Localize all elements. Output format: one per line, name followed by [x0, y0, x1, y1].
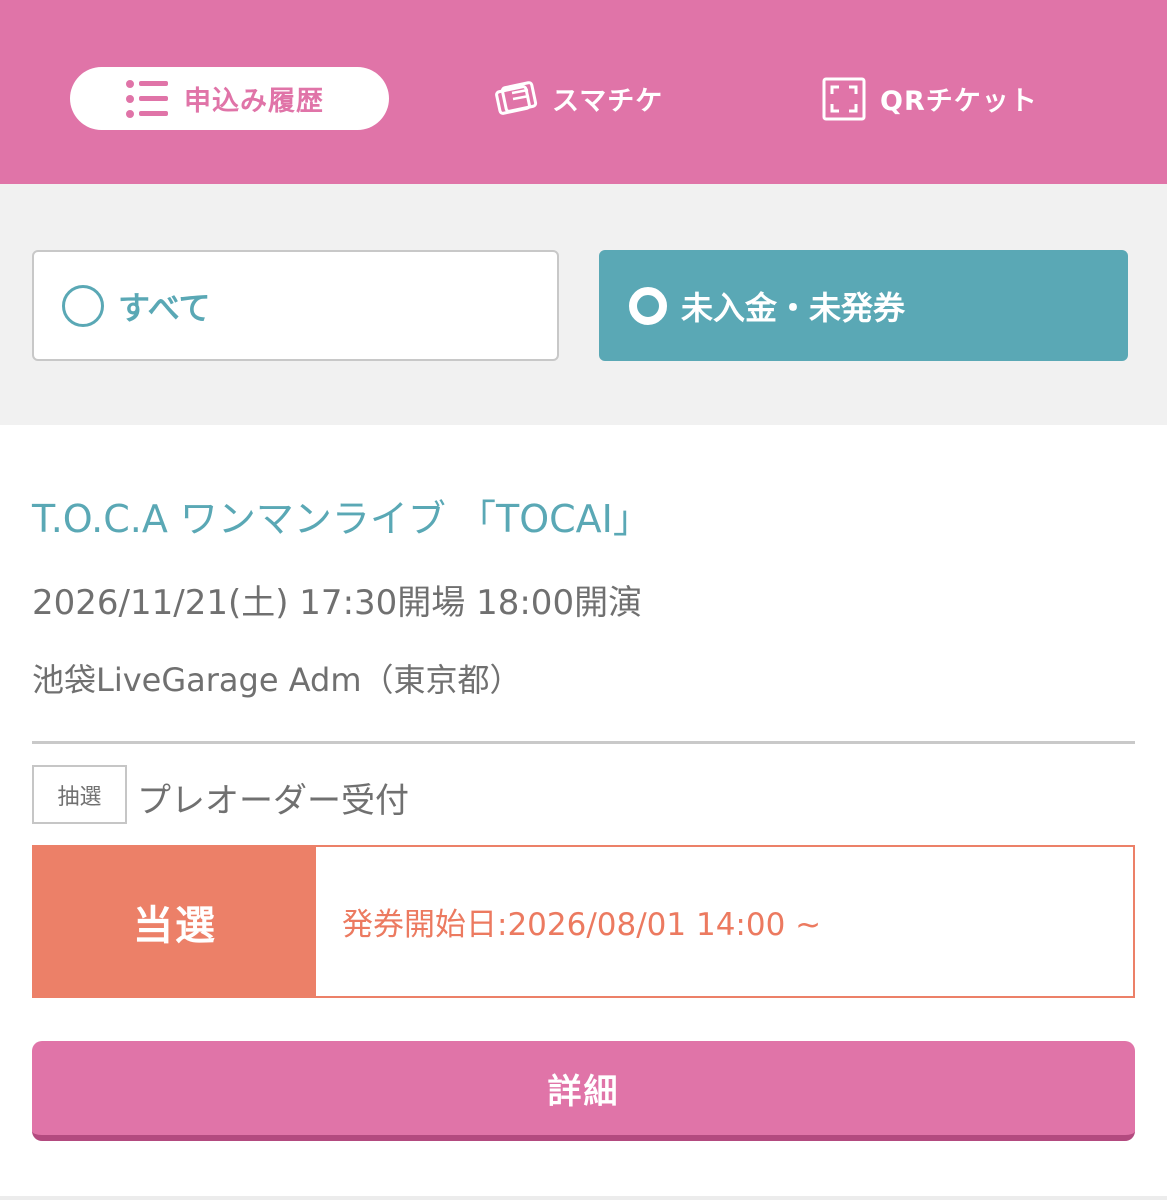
filter-bar: すべて 未入金・未発券 [0, 184, 1167, 425]
bottom-divider [0, 1196, 1167, 1200]
smart-ticket-icon [495, 80, 538, 115]
filter-all-label: すべて [118, 288, 211, 327]
tab-qr-ticket-label: QRチケット [880, 86, 1038, 117]
tab-smart-ticket-label: スマチケ [552, 86, 664, 117]
filter-unpaid-label: 未入金・未発券 [681, 288, 906, 327]
event-datetime: 2026/11/21(土) 17:30開場 18:00開演 [32, 583, 643, 623]
filter-unpaid-option[interactable]: 未入金・未発券 [599, 250, 1128, 361]
lottery-badge: 抽選 [32, 765, 127, 824]
tab-smart-ticket[interactable]: スマチケ [494, 67, 663, 130]
issue-start-date: 発券開始日:2026/08/01 14:00 ~ [342, 907, 822, 943]
radio-selected-icon [629, 286, 667, 325]
detail-button[interactable]: 詳細 [32, 1041, 1135, 1141]
reception-name: プレオーダー受付 [137, 781, 409, 821]
list-icon [126, 79, 168, 118]
tab-application-history[interactable]: 申込み履歴 [70, 67, 389, 130]
tab-application-history-label: 申込み履歴 [184, 86, 324, 117]
result-status-badge: 当選 [34, 847, 316, 996]
event-venue: 池袋LiveGarage Adm（東京都） [32, 661, 522, 699]
divider [32, 741, 1135, 744]
event-title[interactable]: T.O.C.A ワンマンライブ 「TOCAI」 [32, 488, 651, 543]
radio-unselected-icon [62, 284, 104, 327]
top-navigation: 申込み履歴 スマチケ QRチケット [0, 0, 1167, 184]
qr-frame-icon [822, 77, 866, 120]
filter-all-option[interactable]: すべて [32, 250, 559, 361]
tab-qr-ticket[interactable]: QRチケット [822, 67, 1038, 130]
result-box: 当選 発券開始日:2026/08/01 14:00 ~ [32, 845, 1135, 998]
